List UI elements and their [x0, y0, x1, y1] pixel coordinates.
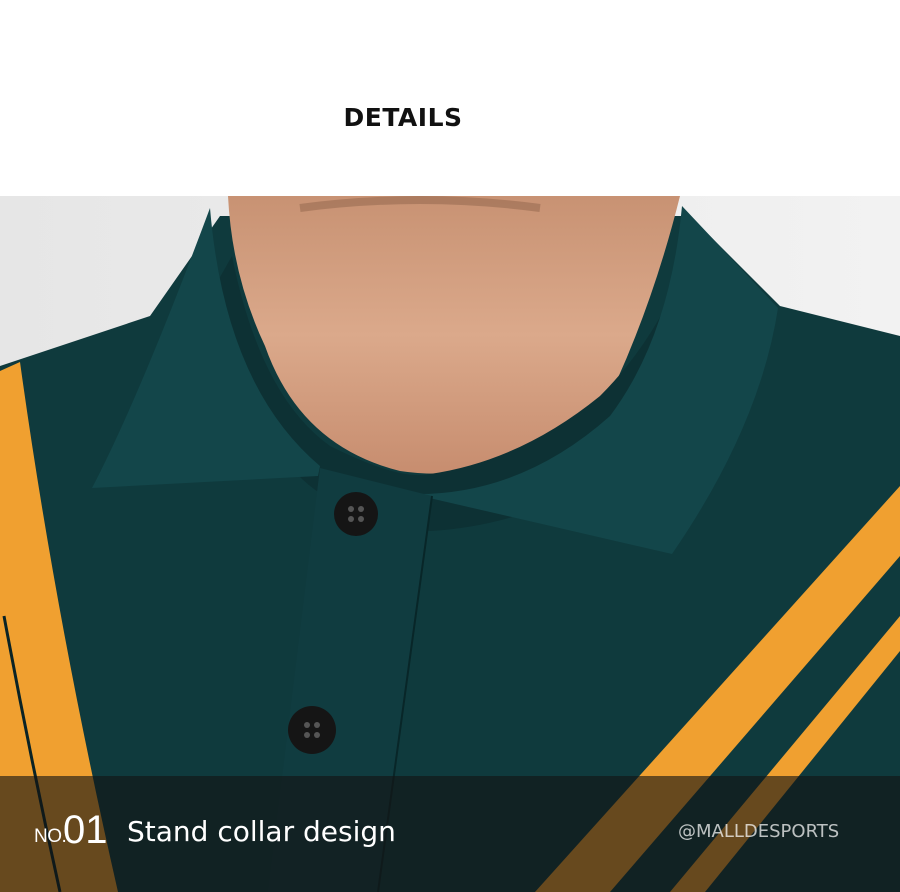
brand-watermark: @MALLDESPORTS [678, 821, 840, 842]
header-area: DETAILS [0, 0, 900, 196]
feature-caption: Stand collar design [127, 815, 396, 848]
feature-number: 01 [63, 808, 108, 852]
button-top [334, 492, 378, 536]
button-bottom [288, 706, 336, 754]
feature-number-prefix: NO. [34, 826, 67, 847]
page-title: DETAILS [343, 103, 463, 132]
